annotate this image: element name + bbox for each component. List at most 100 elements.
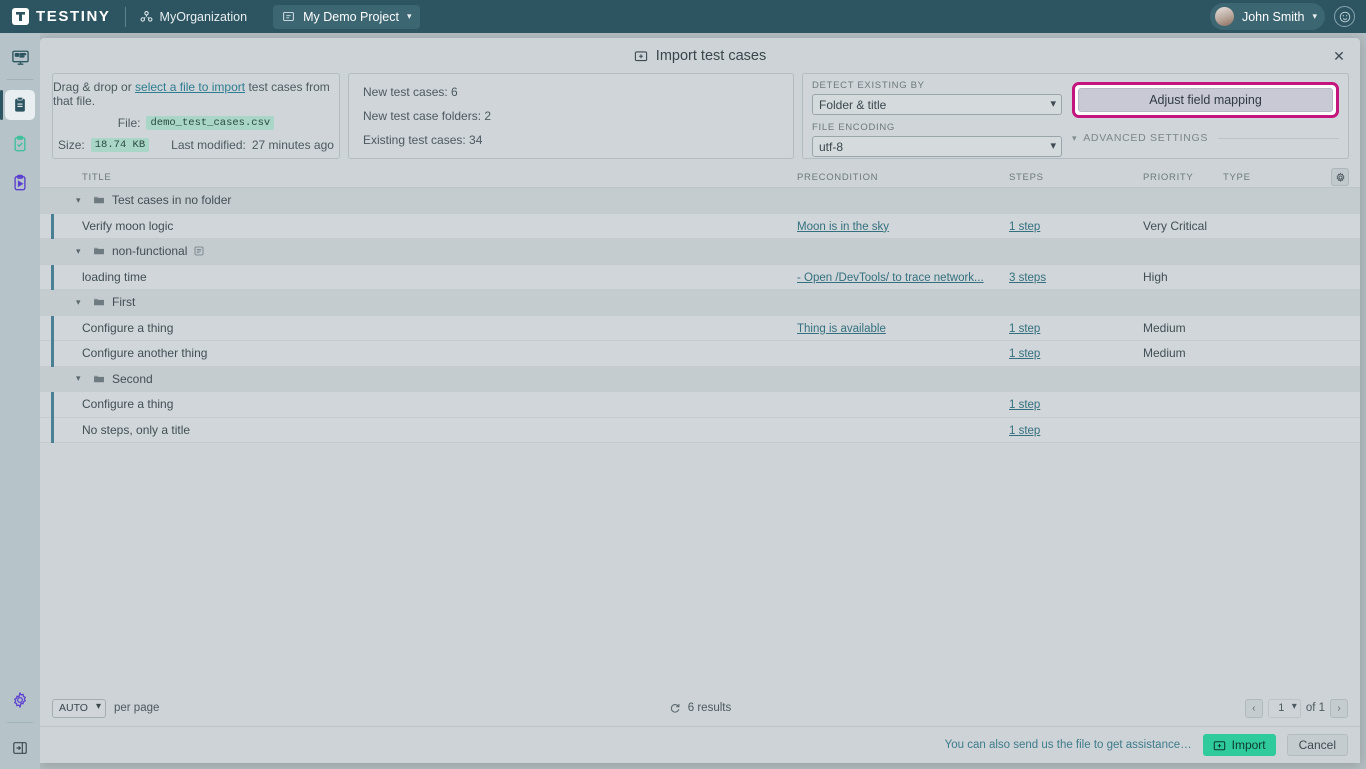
table-row[interactable]: Configure a thing 1 step [40,392,1360,418]
select-file-link[interactable]: select a file to import [135,80,245,94]
cell-steps[interactable]: 1 step [1009,397,1143,411]
table-row-folder[interactable]: ▾First [40,290,1360,316]
file-encoding-label: FILE ENCODING [812,122,1062,133]
file-name-value: demo_test_cases.csv [146,116,274,130]
cell-precondition[interactable]: Moon is in the sky [797,219,1009,233]
advanced-settings-toggle[interactable]: ▾ ADVANCED SETTINGS [1072,132,1339,144]
adjust-field-mapping-focus-ring: Adjust field mapping [1072,82,1339,118]
close-icon[interactable]: ✕ [1328,45,1350,67]
project-selector[interactable]: My Demo Project ▾ [273,5,420,29]
import-button-label: Import [1232,738,1266,752]
table-row-folder[interactable]: ▾ Second [40,367,1360,393]
results-count-text: 6 results [688,702,731,714]
column-header-precondition[interactable]: PRECONDITION [797,172,1009,183]
table-row-folder[interactable]: ▾Test cases in no folder [40,188,1360,214]
folder-icon [93,373,105,385]
chevron-down-icon[interactable]: ▾ [76,246,86,257]
chevron-down-icon[interactable]: ▾ [76,373,86,384]
gear-icon [11,691,29,709]
cell-priority: Very Critical [1143,219,1223,233]
cancel-button[interactable]: Cancel [1287,734,1348,756]
import-stats-panel: New test cases: 6 New test case folders:… [348,73,794,159]
app-logo[interactable]: TESTINY [0,8,111,25]
next-page-button[interactable]: › [1330,699,1348,718]
cell-title: No steps, only a title [52,423,797,437]
organization-selector[interactable]: MyOrganization [140,10,248,24]
per-page-label: per page [114,702,159,714]
file-name-row: File: demo_test_cases.csv [118,116,274,130]
advanced-settings-label: ADVANCED SETTINGS [1083,132,1208,144]
steps-link[interactable]: 3 steps [1009,272,1046,284]
column-header-priority[interactable]: PRIORITY [1143,172,1223,183]
steps-link[interactable]: 1 step [1009,399,1040,411]
file-dropzone[interactable]: Drag & drop or select a file to import t… [52,73,340,159]
chevron-down-icon[interactable]: ▾ [76,195,86,206]
cell-precondition[interactable]: - Open /DevTools/ to trace network... [797,270,1009,284]
page-title: Import test cases [634,48,766,64]
user-menu[interactable]: John Smith ▾ [1210,3,1325,30]
divider [7,79,33,80]
cell-steps[interactable]: 1 step [1009,346,1143,360]
page-number-value: 1 [1278,702,1284,714]
cell-steps[interactable]: 1 step [1009,423,1143,437]
cell-title: ▾ Second [52,372,797,386]
refresh-icon[interactable] [669,702,681,714]
sidebar-item-test-cases[interactable] [5,90,35,120]
sidebar-item-dashboard[interactable] [5,42,35,72]
avatar [1215,7,1234,26]
column-header-steps[interactable]: STEPS [1009,172,1143,183]
stat-existing-test-cases: Existing test cases: 34 [363,133,779,147]
sidebar-item-test-runs[interactable] [5,129,35,159]
precondition-link[interactable]: Thing is available [797,323,886,335]
modified-value: 27 minutes ago [252,138,334,152]
file-encoding-select[interactable]: utf-8 [812,136,1062,157]
cell-precondition[interactable]: Thing is available [797,321,1009,335]
table-row[interactable]: Configure a thingThing is available1 ste… [40,316,1360,342]
steps-link[interactable]: 1 step [1009,323,1040,335]
table-row[interactable]: No steps, only a title 1 step [40,418,1360,444]
adjust-field-mapping-button[interactable]: Adjust field mapping [1078,88,1333,112]
assistance-link[interactable]: You can also send us the file to get ass… [945,739,1192,751]
precondition-link[interactable]: - Open /DevTools/ to trace network... [797,272,984,284]
column-settings-gear-icon[interactable] [1331,168,1349,186]
testiny-logo-icon [12,8,29,25]
table-row[interactable]: Configure another thing1 stepMedium [40,341,1360,367]
detect-existing-select[interactable]: Folder & title [812,94,1062,115]
cell-steps[interactable]: 1 step [1009,321,1143,335]
table-row[interactable]: Verify moon logicMoon is in the sky1 ste… [40,214,1360,240]
chevron-down-icon: ▾ [1312,11,1317,22]
import-icon [634,49,648,63]
table-row[interactable]: loading time- Open /DevTools/ to trace n… [40,265,1360,291]
column-header-title[interactable]: TITLE [52,172,797,183]
page-number-select[interactable]: 1 [1268,699,1301,718]
import-button[interactable]: Import [1203,734,1276,756]
sidebar-item-test-plans[interactable] [5,168,35,198]
total-pages-label: of 1 [1306,702,1325,714]
chevron-down-icon[interactable]: ▾ [76,297,86,308]
folder-icon [93,296,105,308]
top-bar: TESTINY MyOrganization My Demo Project ▾… [0,0,1366,33]
cell-steps[interactable]: 3 steps [1009,270,1143,284]
size-value: 18.74 KB [91,138,149,152]
detect-existing-value: Folder & title [819,98,886,112]
sidebar-item-settings[interactable] [5,685,35,715]
table-row-folder[interactable]: ▾non-functional [40,239,1360,265]
import-icon [1213,739,1226,752]
cell-title: Configure a thing [52,397,797,411]
per-page-value: AUTO [59,702,88,714]
cell-steps[interactable]: 1 step [1009,219,1143,233]
size-label: Size: [58,138,85,152]
per-page-select[interactable]: AUTO [52,699,106,718]
dialog-title-text: Import test cases [656,48,766,64]
folder-name: Second [112,372,153,386]
help-icon[interactable] [1334,6,1355,27]
steps-link[interactable]: 1 step [1009,221,1040,233]
steps-link[interactable]: 1 step [1009,348,1040,360]
test-runs-icon [11,135,29,153]
sidebar-collapse-toggle[interactable] [5,733,35,763]
steps-link[interactable]: 1 step [1009,425,1040,437]
test-case-table: TITLE PRECONDITION STEPS PRIORITY TYPE ▾… [40,168,1360,690]
prev-page-button[interactable]: ‹ [1245,699,1263,718]
precondition-link[interactable]: Moon is in the sky [797,221,889,233]
dialog-header: Import test cases ✕ [40,38,1360,73]
